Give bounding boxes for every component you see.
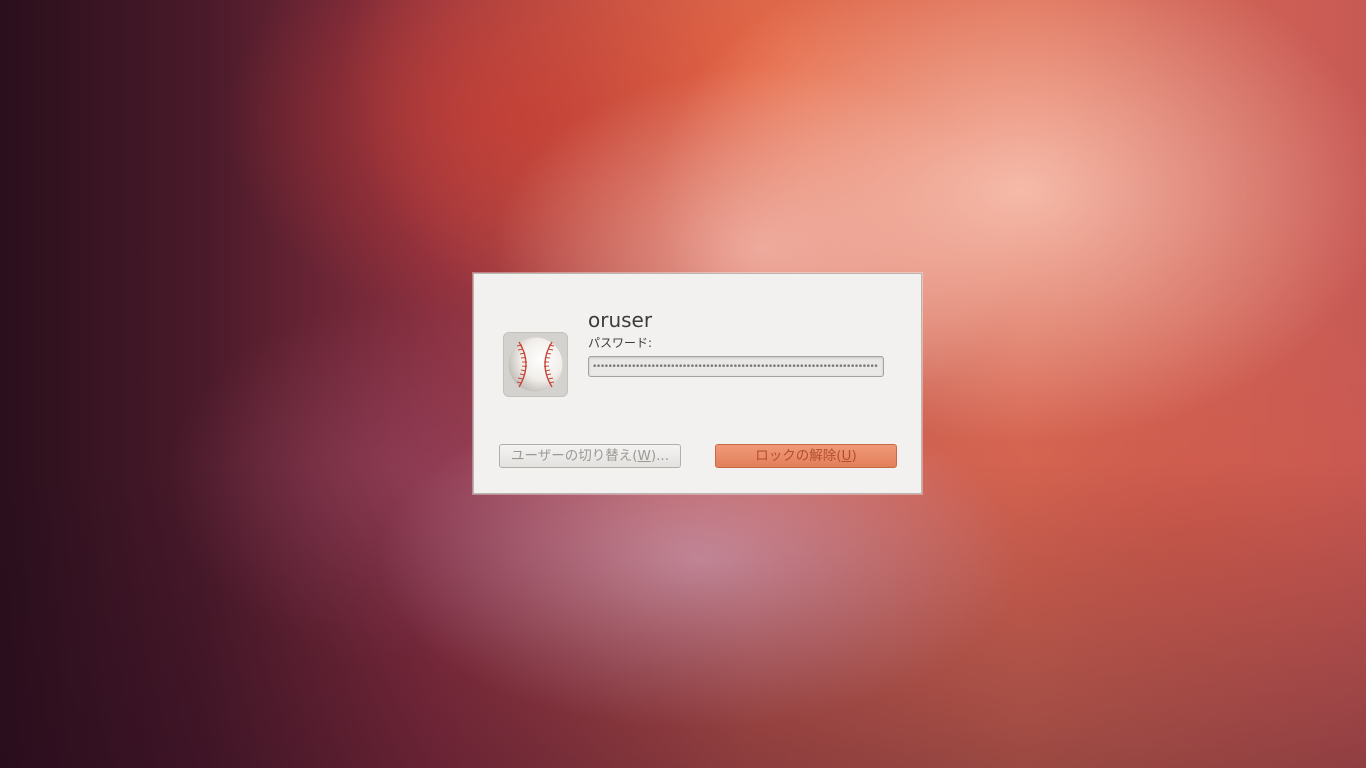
password-input[interactable]: ••••••••••••••••••••••••••••••••••••••••… — [588, 356, 884, 377]
username-label: oruser — [588, 308, 653, 332]
lock-screen-dialog: oruser パスワード: ••••••••••••••••••••••••••… — [473, 273, 922, 494]
baseball-icon — [508, 337, 563, 392]
unlock-button[interactable]: ロックの解除(U) — [715, 444, 897, 468]
password-mask: ••••••••••••••••••••••••••••••••••••••••… — [592, 362, 879, 372]
unlock-label-prefix: ロックの解除( — [755, 448, 842, 464]
switch-user-label-suffix: )... — [650, 448, 669, 464]
unlock-mnemonic: U — [841, 448, 852, 464]
unlock-label-suffix: ) — [851, 448, 857, 464]
switch-user-mnemonic: W — [637, 448, 651, 464]
switch-user-button[interactable]: ユーザーの切り替え(W)... — [499, 444, 681, 468]
password-label: パスワード: — [588, 336, 653, 350]
user-avatar — [503, 332, 568, 397]
switch-user-label-prefix: ユーザーの切り替え( — [511, 448, 638, 464]
